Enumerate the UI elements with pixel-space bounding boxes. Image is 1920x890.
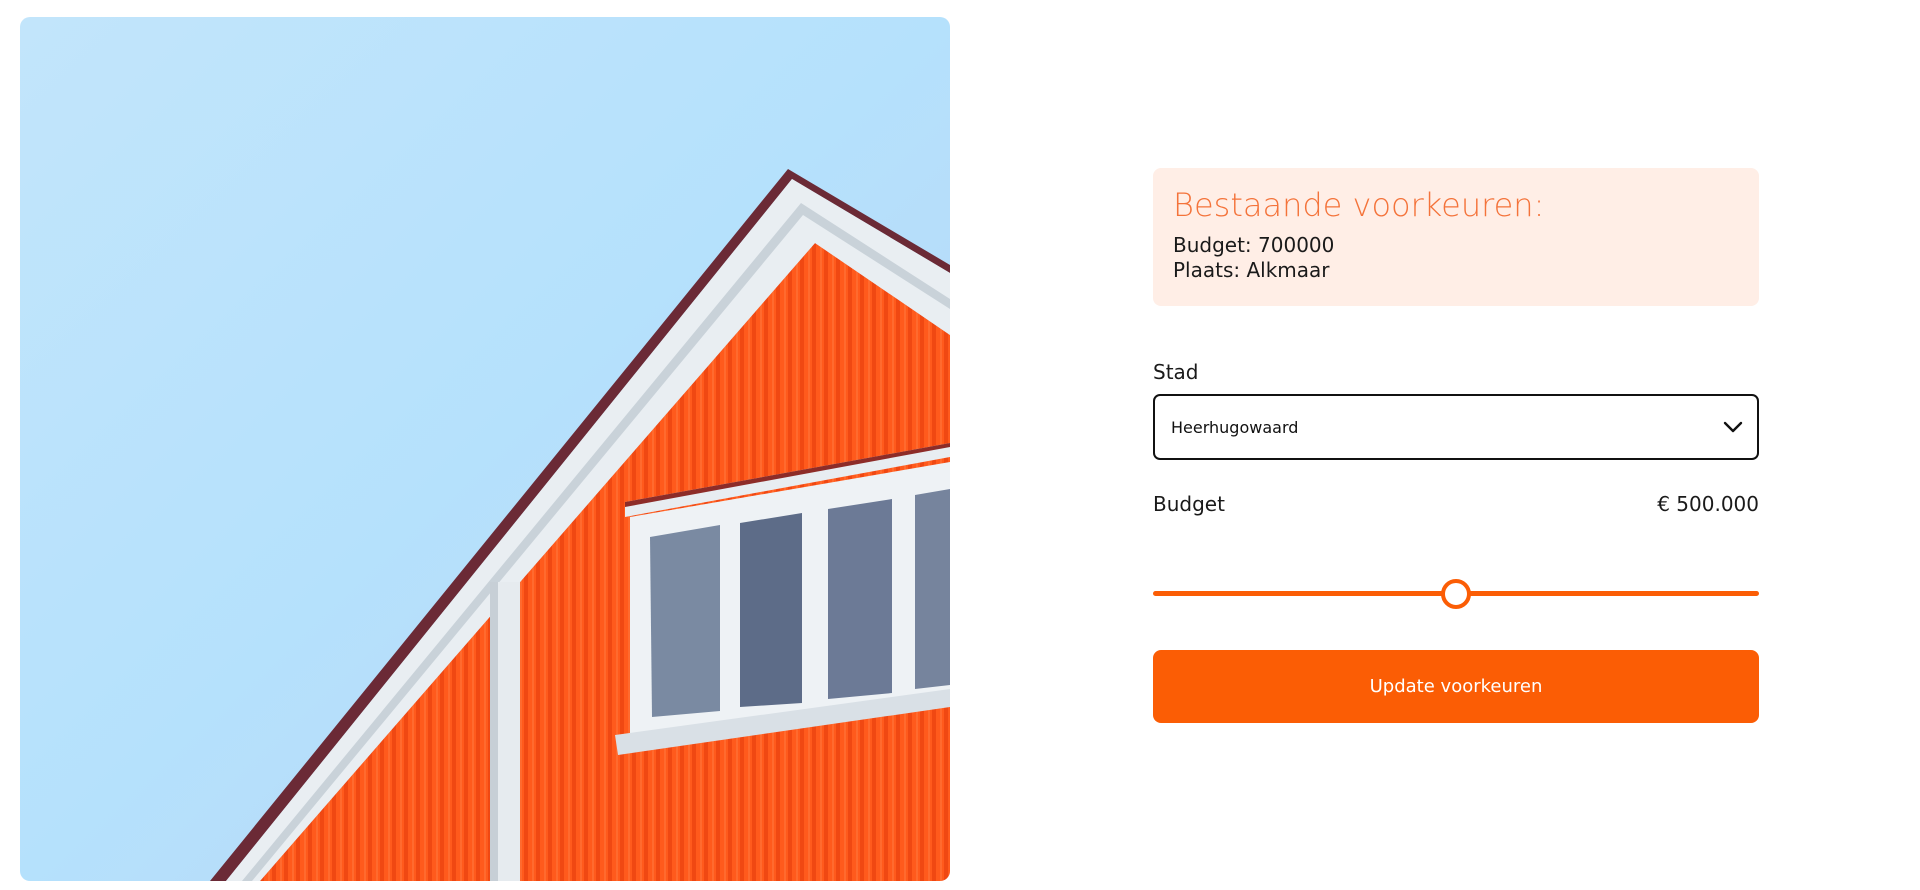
- existing-preferences-title: Bestaande voorkeuren:: [1173, 186, 1545, 224]
- budget-slider-thumb[interactable]: [1441, 579, 1471, 609]
- existing-budget: Budget: 700000: [1173, 233, 1335, 258]
- budget-slider[interactable]: [1153, 578, 1759, 609]
- city-select[interactable]: Heerhugowaard: [1153, 394, 1759, 460]
- existing-place: Plaats: Alkmaar: [1173, 258, 1330, 283]
- hero-image: [20, 17, 950, 881]
- city-label: Stad: [1153, 360, 1199, 384]
- city-select-value: Heerhugowaard: [1171, 417, 1299, 437]
- house-illustration: [20, 17, 950, 881]
- budget-label: Budget: [1153, 492, 1225, 516]
- update-preferences-button[interactable]: Update voorkeuren: [1153, 650, 1759, 723]
- chevron-down-icon: [1723, 421, 1743, 433]
- budget-value: € 500.000: [1657, 492, 1759, 516]
- existing-preferences-box: Bestaande voorkeuren: Budget: 700000 Pla…: [1153, 168, 1759, 306]
- budget-row: Budget € 500.000: [1153, 492, 1759, 516]
- preferences-panel: Bestaande voorkeuren: Budget: 700000 Pla…: [1153, 168, 1759, 723]
